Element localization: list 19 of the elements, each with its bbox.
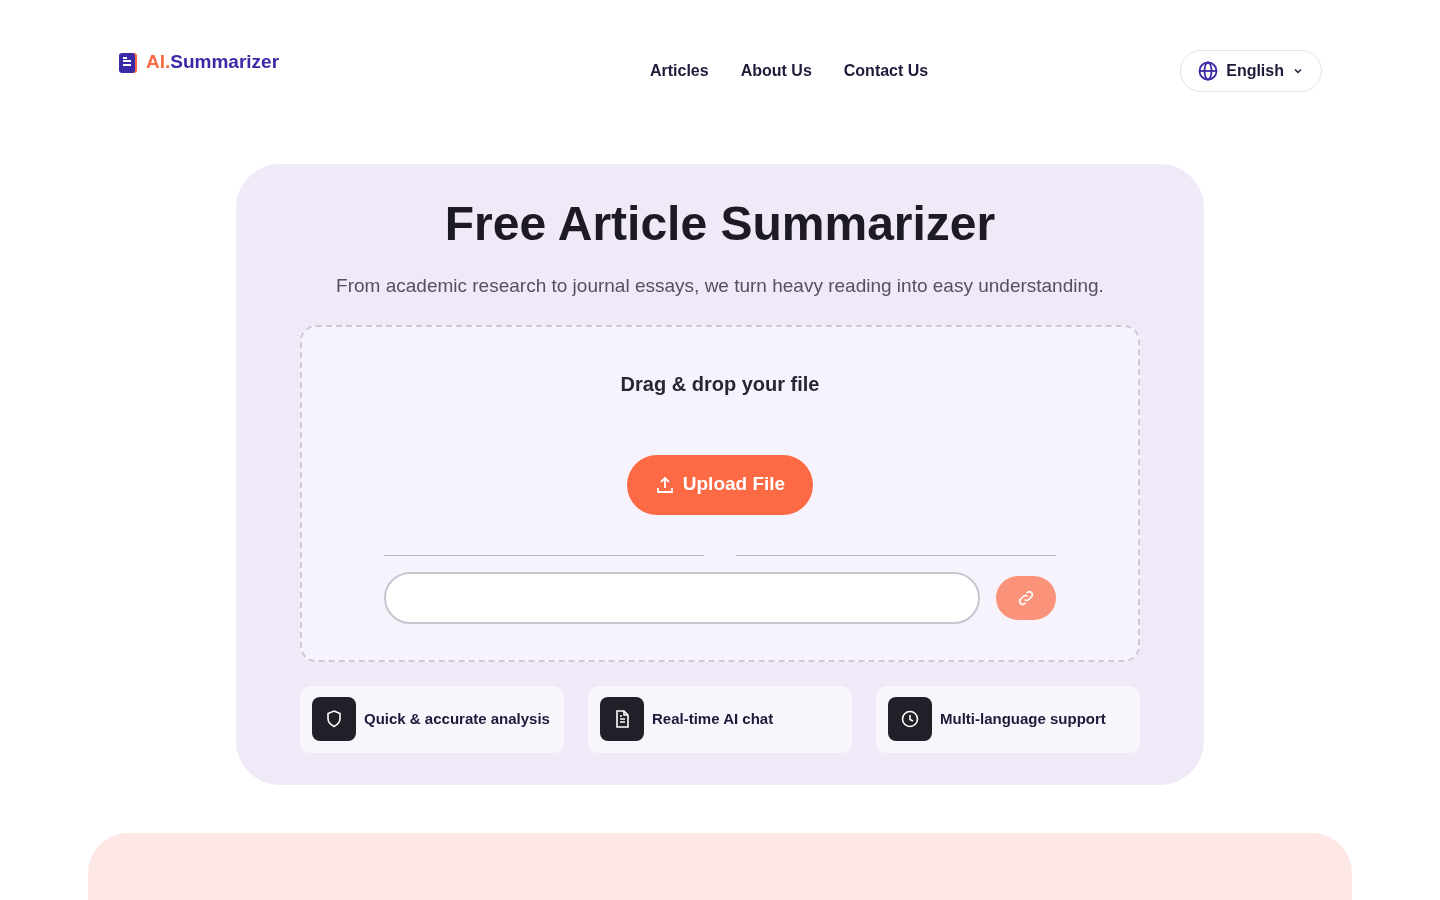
clock-icon — [888, 697, 932, 741]
feature-label: Real-time AI chat — [652, 708, 774, 729]
document-icon — [600, 697, 644, 741]
logo-text[interactable]: AI.Summarizer — [146, 48, 280, 77]
document-logo-icon — [118, 51, 138, 74]
url-input[interactable] — [384, 571, 980, 624]
feature-label: Quick & accurate analysis — [364, 708, 550, 729]
upload-icon — [654, 474, 675, 495]
nav-link[interactable]: About Us — [740, 58, 812, 83]
drop-prompt: Drag & drop your file — [620, 371, 820, 397]
globe-icon — [1198, 60, 1219, 81]
hero-title: Free Article Summarizer — [444, 196, 996, 252]
drop-zone[interactable]: Drag & drop your file Upload File — [300, 324, 1140, 662]
shield-icon — [312, 697, 356, 741]
link-button[interactable] — [996, 575, 1056, 620]
nav-link[interactable]: Contact Us — [843, 58, 929, 83]
nav-link[interactable]: Articles — [649, 58, 709, 83]
feature-label: Multi-language support — [940, 708, 1106, 729]
hero-subtitle: From academic research to journal essays, we turn heavy reading into easy understanding. — [336, 274, 1104, 298]
